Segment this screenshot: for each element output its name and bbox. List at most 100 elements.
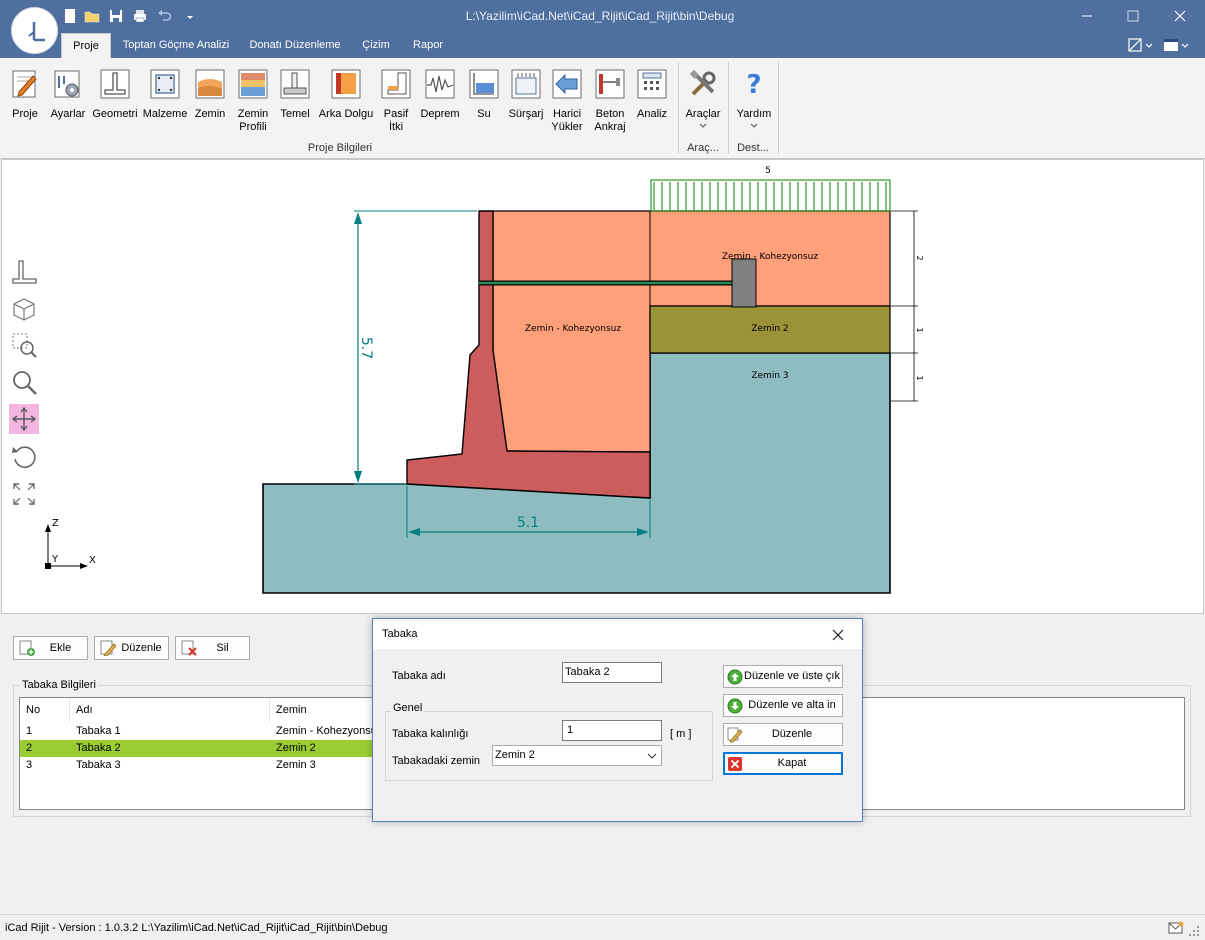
- edit-and-down-button[interactable]: Düzenle ve alta in: [723, 694, 843, 717]
- ribbon-button-yardim[interactable]: ? Yardım: [734, 66, 774, 136]
- ribbon-button-geometri[interactable]: Geometri: [92, 66, 138, 136]
- arrow-down-circle-icon: [727, 698, 743, 714]
- ribbon-button-pasif-itki[interactable]: Pasif İtki: [378, 66, 414, 136]
- undo-icon[interactable]: [156, 8, 172, 24]
- height-dimension-label: 5.7: [358, 337, 374, 359]
- app-menu-button[interactable]: [11, 7, 58, 54]
- pan-tool-icon[interactable]: [9, 404, 39, 434]
- close-icon[interactable]: [829, 626, 847, 644]
- new-file-icon[interactable]: [62, 8, 78, 24]
- edit-and-up-button[interactable]: Düzenle ve üste çık: [723, 665, 843, 688]
- status-bar: iCad Rijit - Version : 1.0.3.2 L:\Yazili…: [0, 914, 1205, 940]
- axes-indicator: Z Y X: [45, 518, 96, 569]
- calculator-icon: [637, 69, 667, 99]
- ribbon-button-malzeme[interactable]: Malzeme: [142, 66, 188, 136]
- dialog-close-button[interactable]: Kapat: [723, 752, 843, 775]
- ribbon-button-analiz[interactable]: Analiz: [634, 66, 670, 136]
- column-header-soil[interactable]: Zemin: [270, 698, 380, 722]
- soil-select[interactable]: Zemin 2: [492, 745, 662, 766]
- title-bar: L:\Yazilim\iCad.Net\iCad_Rijit\iCad_Riji…: [0, 0, 1205, 58]
- zoom-tool-icon[interactable]: [9, 367, 39, 397]
- rotate-tool-icon[interactable]: [9, 442, 39, 472]
- dialog-edit-button[interactable]: Düzenle: [723, 723, 843, 746]
- ribbon-button-arka-dolgu[interactable]: Arka Dolgu: [318, 66, 374, 136]
- zoom-window-tool-icon[interactable]: [9, 330, 39, 360]
- table-row[interactable]: 1 Tabaka 1 Zemin - Kohezyonsuz: [20, 723, 380, 740]
- resize-grip-icon[interactable]: [1188, 925, 1200, 937]
- anchor-block: [731, 258, 757, 308]
- layer-info-group-title: Tabaka Bilgileri: [20, 679, 98, 691]
- wall-view-tool-icon[interactable]: [9, 257, 39, 287]
- ribbon-button-zemin-profili[interactable]: Zemin Profili: [232, 66, 274, 136]
- zone-label: Zemin 2: [751, 324, 788, 334]
- dialog-titlebar: Tabaka: [373, 619, 862, 649]
- tab-rapor[interactable]: Rapor: [405, 33, 451, 58]
- group-label-proje-bilgileri: Proje Bilgileri: [307, 142, 373, 154]
- delete-button[interactable]: Sil: [175, 636, 250, 660]
- surcharge-value: 5: [765, 166, 771, 176]
- app-logo-icon: [28, 22, 45, 42]
- ribbon-button-proje[interactable]: Proje: [6, 66, 44, 136]
- tools-icon: [689, 69, 716, 96]
- ribbon-button-araclar[interactable]: Araçlar: [682, 66, 724, 136]
- dimension-arrow: [354, 212, 362, 224]
- group-label-destek: Dest...: [737, 142, 769, 154]
- pencil-document-icon: [12, 70, 37, 98]
- delete-icon: [181, 640, 197, 656]
- minimize-icon[interactable]: [1072, 6, 1102, 26]
- earthquake-icon: [425, 69, 455, 99]
- table-row-selected[interactable]: 2 Tabaka 2 Zemin 2: [20, 740, 380, 757]
- soil-profile-icon: [238, 69, 268, 99]
- tab-cizim[interactable]: Çizim: [356, 33, 396, 58]
- svg-text:Y: Y: [51, 554, 59, 565]
- svg-text:Z: Z: [52, 518, 59, 529]
- wall-drawing[interactable]: 5 5.7 5.1 2 1 1 Zemin - Kohezyonsuz Zemi…: [2, 160, 1203, 613]
- close-red-icon: [728, 757, 742, 771]
- backfill-icon: [331, 69, 361, 99]
- column-header-name[interactable]: Adı: [70, 698, 270, 722]
- tab-donati-duzenleme[interactable]: Donatı Düzenleme: [244, 33, 346, 58]
- ribbon-button-harici-yukler[interactable]: Harici Yükler: [548, 66, 586, 136]
- tab-toptan-gocme-analizi[interactable]: Toptan Göçme Analizi: [116, 33, 236, 58]
- save-icon[interactable]: [108, 8, 124, 24]
- group-label-araclar: Araç...: [687, 142, 719, 154]
- mail-icon[interactable]: [1168, 921, 1184, 935]
- maximize-icon[interactable]: [1118, 6, 1148, 26]
- foundation-icon: [280, 69, 310, 99]
- 3d-view-tool-icon[interactable]: [9, 294, 39, 324]
- passive-thrust-icon: [381, 69, 411, 99]
- drawing-canvas[interactable]: 5 5.7 5.1 2 1 1 Zemin - Kohezyonsuz Zemi…: [1, 159, 1204, 614]
- ribbon-separator: [728, 62, 729, 154]
- layer-name-input[interactable]: Tabaka 2: [562, 662, 662, 683]
- dialog-title: Tabaka: [382, 628, 418, 640]
- add-button[interactable]: Ekle: [13, 636, 88, 660]
- layer-dim-label: 2: [915, 255, 924, 260]
- tab-proje[interactable]: Proje: [61, 33, 111, 58]
- water-icon: [469, 69, 499, 99]
- ribbon-button-temel[interactable]: Temel: [276, 66, 314, 136]
- qat-dropdown-icon[interactable]: [184, 8, 196, 24]
- ribbon-button-beton-ankraj[interactable]: Beton Ankraj: [590, 66, 630, 136]
- print-icon[interactable]: [132, 8, 148, 24]
- ribbon-button-su[interactable]: Su: [466, 66, 502, 136]
- thickness-input[interactable]: 1: [562, 720, 662, 741]
- zone-label: Zemin 3: [751, 371, 788, 381]
- surcharge-arrows: [653, 182, 887, 210]
- ribbon-button-sursarj[interactable]: Sürşarj: [506, 66, 546, 136]
- close-window-icon[interactable]: [1165, 6, 1195, 26]
- zone-label: Zemin - Kohezyonsuz: [722, 252, 818, 262]
- settings-gear-icon: [54, 70, 80, 98]
- ribbon-button-deprem[interactable]: Deprem: [418, 66, 462, 136]
- zoom-extents-tool-icon[interactable]: [9, 479, 39, 509]
- style-switch-icon[interactable]: [1125, 37, 1155, 53]
- ribbon-button-ayarlar[interactable]: Ayarlar: [48, 66, 88, 136]
- chevron-down-icon: [647, 753, 657, 759]
- open-folder-icon[interactable]: [84, 8, 100, 24]
- layer-dim-label: 1: [915, 327, 924, 332]
- theme-menu-icon[interactable]: [1161, 37, 1191, 53]
- general-group-title: Genel: [391, 702, 425, 714]
- ribbon-button-zemin[interactable]: Zemin: [192, 66, 228, 136]
- table-row[interactable]: 3 Tabaka 3 Zemin 3: [20, 757, 380, 774]
- edit-button[interactable]: Düzenle: [94, 636, 169, 660]
- column-header-no[interactable]: No: [20, 698, 70, 722]
